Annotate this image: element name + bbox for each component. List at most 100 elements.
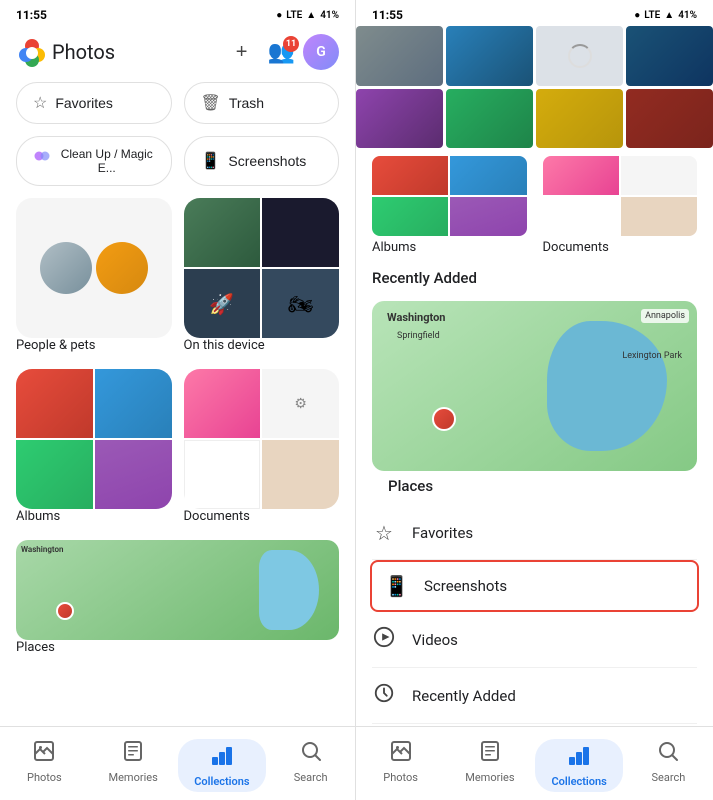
time-right: 11:55 [372,8,403,22]
wifi-icon: ▲ [306,10,316,21]
memories-rnav-icon [478,739,502,769]
screenshots-util-icon: 📱 [384,574,408,598]
app-logo: Photos [16,36,115,68]
places-section-label: Places [372,471,697,499]
nav-photos-left[interactable]: Photos [0,735,89,796]
right-documents-label: Documents [543,240,698,255]
signal-icon: ● [276,10,282,21]
strip-photo-6 [536,89,623,149]
face-2 [96,242,148,294]
places-thumb: Washington [16,540,339,640]
albums-docs-row: Albums Documents [356,156,713,263]
nav-search-right[interactable]: Search [624,735,713,796]
collections-active-pill-right: Collections [535,739,622,792]
cleanup-label: Clean Up / Magic E... [59,147,155,175]
people-thumb [16,198,172,338]
right-albums-item[interactable]: Albums [372,156,527,255]
strip-photo-4 [446,89,533,149]
strip-photo-3 [446,26,533,86]
strip-photo-8 [626,89,713,149]
strip-photo-7 [626,26,713,86]
right-collections-list: Albums Documents Recently Added Washingt… [356,156,713,726]
battery-icon: 41% [320,10,339,21]
recently-added-util-icon [372,682,396,709]
screenshots-button[interactable]: 📱 Screenshots [184,136,340,186]
map-big-label: Washington [387,311,445,324]
map-lexington: Lexington Park [622,351,682,361]
strip-photo-2 [356,89,443,149]
map-springfield: Springfield [397,331,440,341]
app-title: Photos [52,40,115,64]
lte-icon: LTE [286,10,302,21]
right-documents-thumb [543,156,698,236]
memories-rnav-label: Memories [465,771,514,784]
search-nav-label: Search [294,771,328,784]
r-albums-c1 [372,156,448,195]
videos-util-icon [372,626,396,653]
status-icons-left: ● LTE ▲ 41% [276,10,339,21]
star-icon: ☆ [33,93,47,113]
avatar[interactable]: G [303,34,339,70]
nav-memories-left[interactable]: Memories [89,735,178,796]
utility-videos[interactable]: Videos [372,612,697,668]
strip-col-1 [356,26,443,148]
map-water [259,550,319,630]
utility-screenshots[interactable]: 📱 Screenshots [370,560,699,612]
strip-col-4 [626,26,713,148]
strip-col-3 [536,26,623,148]
nav-collections-right[interactable]: Collections [535,735,624,796]
albums-cell-1 [16,369,93,438]
favorites-button[interactable]: ☆ Favorites [16,82,172,124]
nav-search-left[interactable]: Search [266,735,355,796]
map-annotation-text: Annapolis [641,309,689,323]
photo-strip [356,26,713,156]
r-docs-c1 [543,156,619,195]
videos-util-label: Videos [412,631,458,649]
thumb-cell-2 [262,198,339,267]
collection-albums[interactable]: Albums [16,369,172,524]
albums-cell-3 [16,440,93,509]
collection-places[interactable]: Washington Places [16,540,339,655]
docs-cell-4 [262,440,339,509]
favorites-util-label: Favorites [412,524,473,542]
trash-button[interactable]: 🗑 Trash [184,82,340,124]
shared-badge-count: 11 [283,36,299,52]
status-bar-right: 11:55 ● LTE ▲ 41% [356,0,713,26]
nav-memories-right[interactable]: Memories [445,735,534,796]
signal-icon-right: ● [634,10,640,21]
photos-rnav-icon [389,739,413,769]
bottom-nav-right: Photos Memories Collections Search [356,726,713,800]
thumb-cell-4: 🏍 [262,269,339,338]
recently-added-label: Recently Added [372,269,477,287]
cleanup-button[interactable]: Clean Up / Magic E... [16,136,172,186]
strip-col-2 [446,26,533,148]
screenshot-icon: 📱 [201,151,221,171]
right-documents-item[interactable]: Documents [543,156,698,255]
search-rnav-label: Search [651,771,685,784]
shared-albums-button[interactable]: 👥 11 [268,40,295,65]
collection-documents[interactable]: ⚙ Documents [184,369,340,524]
trash-label: Trash [229,95,264,111]
status-bar-left: 11:55 ● LTE ▲ 41% [0,0,355,26]
docs-cell-3 [184,440,261,509]
header-left: Photos + 👥 11 G [0,26,355,82]
nav-photos-right[interactable]: Photos [356,735,445,796]
utility-favorites[interactable]: ☆ Favorites [372,507,697,560]
left-panel: 11:55 ● LTE ▲ 41% Photos + 👥 11 [0,0,356,800]
places-section[interactable]: Washington Annapolis Springfield Lexingt… [356,293,713,507]
utility-recently-added[interactable]: Recently Added [372,668,697,724]
collection-on-device[interactable]: 🚀 🏍 On this device [184,198,340,353]
add-button[interactable]: + [224,34,260,70]
utility-list: ☆ Favorites 📱 Screenshots Videos Recentl… [356,507,713,726]
collection-people[interactable]: People & pets [16,198,172,353]
collections-rnav-label: Collections [551,775,606,788]
docs-cell-1 [184,369,261,438]
albums-cell-4 [95,440,172,509]
r-albums-c3 [372,197,448,236]
r-docs-c3 [543,197,619,236]
map-big-water [547,321,667,451]
recently-added-section: Recently Added [356,263,713,293]
favorites-util-icon: ☆ [372,521,396,545]
nav-collections-left[interactable]: Collections [178,735,267,796]
grid-row-1: People & pets 🚀 🏍 On this device [16,198,339,353]
